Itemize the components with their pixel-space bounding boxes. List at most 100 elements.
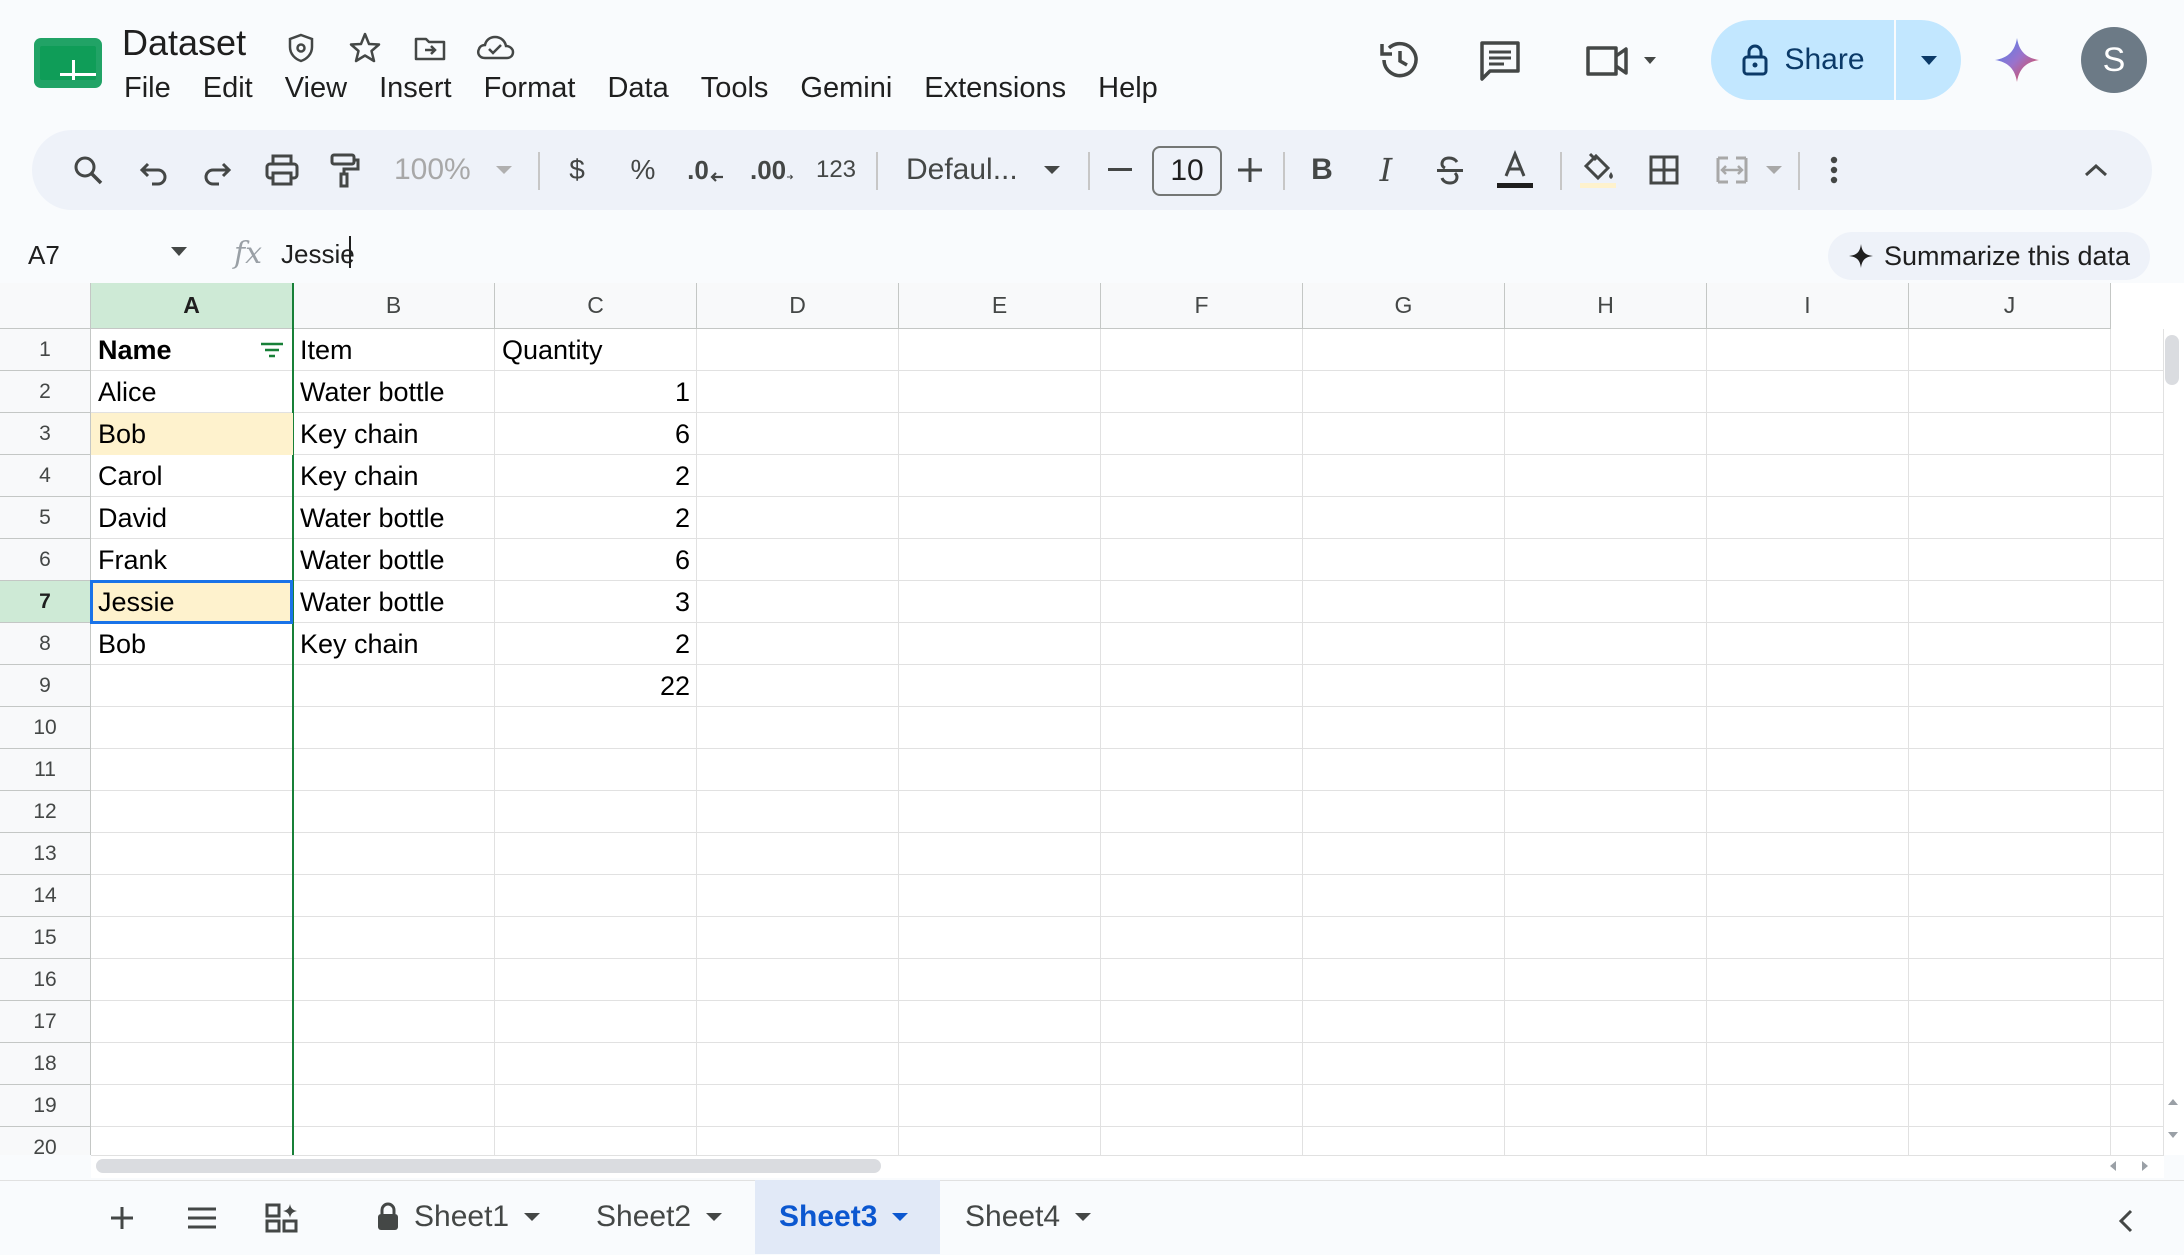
- cell-name[interactable]: Jessie: [91, 581, 293, 623]
- cell-name[interactable]: Bob: [91, 413, 293, 455]
- menu-insert[interactable]: Insert: [379, 72, 452, 105]
- cell-c1-header[interactable]: Quantity: [495, 329, 697, 371]
- paint-format-icon[interactable]: [324, 150, 364, 190]
- row-header-1[interactable]: 1: [0, 329, 91, 371]
- column-header-a[interactable]: A: [91, 283, 293, 329]
- column-header-e[interactable]: E: [899, 283, 1101, 329]
- sheet-menu-caret-icon[interactable]: [891, 1212, 909, 1222]
- version-history-icon[interactable]: [1374, 34, 1426, 86]
- row-header-20[interactable]: 20: [0, 1127, 91, 1155]
- collapse-side-panel-icon[interactable]: [2116, 1208, 2136, 1234]
- avatar[interactable]: S: [2081, 27, 2147, 93]
- cell-quantity[interactable]: 2: [495, 623, 697, 665]
- redo-icon[interactable]: [197, 150, 237, 190]
- menu-extensions[interactable]: Extensions: [924, 72, 1066, 105]
- merge-cells-icon[interactable]: [1710, 150, 1754, 190]
- sheet-menu-caret-icon[interactable]: [1074, 1212, 1092, 1222]
- menu-format[interactable]: Format: [484, 72, 576, 105]
- scroll-down-arrow-icon[interactable]: [2165, 1130, 2181, 1142]
- document-title[interactable]: Dataset: [122, 22, 246, 64]
- security-shield-icon[interactable]: [283, 30, 319, 66]
- strikethrough-icon[interactable]: [1432, 150, 1468, 190]
- row-header-3[interactable]: 3: [0, 413, 91, 455]
- column-header-b[interactable]: B: [293, 283, 495, 329]
- row-header-8[interactable]: 8: [0, 623, 91, 665]
- collapse-toolbar-icon[interactable]: [2078, 150, 2114, 190]
- share-dropdown-button[interactable]: [1896, 20, 1961, 100]
- cell-quantity[interactable]: 3: [495, 581, 697, 623]
- menu-help[interactable]: Help: [1098, 72, 1158, 105]
- move-folder-icon[interactable]: [412, 30, 448, 66]
- sheet-tab-sheet2[interactable]: Sheet2: [572, 1180, 747, 1254]
- cell-quantity[interactable]: 1: [495, 371, 697, 413]
- row-header-18[interactable]: 18: [0, 1043, 91, 1085]
- cell-quantity[interactable]: 2: [495, 455, 697, 497]
- percent-format-button[interactable]: %: [626, 150, 660, 190]
- column-header-f[interactable]: F: [1101, 283, 1303, 329]
- all-sheets-menu-icon[interactable]: [186, 1206, 218, 1230]
- scroll-left-arrow-icon[interactable]: [2106, 1158, 2120, 1174]
- star-icon[interactable]: [347, 30, 383, 66]
- gemini-icon[interactable]: [1992, 35, 2042, 85]
- cell-name[interactable]: Alice: [91, 371, 293, 413]
- horizontal-scroll-thumb[interactable]: [96, 1159, 881, 1173]
- comments-icon[interactable]: [1474, 34, 1526, 86]
- row-header-12[interactable]: 12: [0, 791, 91, 833]
- cell-quantity[interactable]: 6: [495, 413, 697, 455]
- menu-gemini[interactable]: Gemini: [800, 72, 892, 105]
- cell-item[interactable]: Key chain: [293, 455, 495, 497]
- vertical-scrollbar[interactable]: [2163, 329, 2184, 1155]
- name-box[interactable]: A7: [28, 240, 60, 271]
- borders-icon[interactable]: [1644, 150, 1684, 190]
- menu-edit[interactable]: Edit: [203, 72, 253, 105]
- cell-name[interactable]: Bob: [91, 623, 293, 665]
- menu-tools[interactable]: Tools: [701, 72, 769, 105]
- sheet-tab-sheet4[interactable]: Sheet4: [941, 1180, 1116, 1254]
- cell-quantity-total[interactable]: 22: [495, 665, 697, 707]
- name-box-dropdown-icon[interactable]: [170, 246, 188, 258]
- cell-item[interactable]: Key chain: [293, 413, 495, 455]
- row-header-2[interactable]: 2: [0, 371, 91, 413]
- menu-view[interactable]: View: [285, 72, 347, 105]
- cloud-saved-icon[interactable]: [474, 30, 516, 66]
- zoom-select[interactable]: 100%: [394, 150, 484, 190]
- merge-dropdown-icon[interactable]: [1762, 150, 1786, 190]
- increase-font-size-icon[interactable]: [1236, 150, 1264, 190]
- formula-input[interactable]: Jessie: [281, 239, 355, 270]
- cell-name[interactable]: Frank: [91, 539, 293, 581]
- cell-quantity[interactable]: 6: [495, 539, 697, 581]
- cell-item[interactable]: Water bottle: [293, 371, 495, 413]
- scroll-right-arrow-icon[interactable]: [2138, 1158, 2152, 1174]
- vertical-scroll-thumb[interactable]: [2165, 335, 2179, 385]
- row-header-6[interactable]: 6: [0, 539, 91, 581]
- sheet-tab-sheet3[interactable]: Sheet3: [755, 1180, 940, 1254]
- search-menus-icon[interactable]: [68, 150, 108, 190]
- row-header-14[interactable]: 14: [0, 875, 91, 917]
- select-all-corner[interactable]: [0, 283, 91, 329]
- decrease-decimal-button[interactable]: .0: [686, 150, 726, 190]
- zoom-dropdown-icon[interactable]: [492, 150, 516, 190]
- row-header-11[interactable]: 11: [0, 749, 91, 791]
- increase-decimal-button[interactable]: .00: [750, 150, 794, 190]
- menu-file[interactable]: File: [124, 72, 171, 105]
- add-sheet-icon[interactable]: [108, 1204, 136, 1232]
- print-icon[interactable]: [260, 150, 304, 190]
- cell-name[interactable]: Carol: [91, 455, 293, 497]
- currency-format-button[interactable]: $: [562, 150, 592, 190]
- summarize-button[interactable]: Summarize this data: [1828, 232, 2150, 280]
- cell-name[interactable]: David: [91, 497, 293, 539]
- font-family-select[interactable]: Defaul...: [906, 150, 1036, 190]
- row-header-17[interactable]: 17: [0, 1001, 91, 1043]
- bold-button[interactable]: B: [1306, 150, 1338, 190]
- filter-icon[interactable]: [259, 342, 285, 360]
- fill-color-button[interactable]: [1578, 150, 1618, 190]
- cell-item[interactable]: Water bottle: [293, 581, 495, 623]
- row-header-5[interactable]: 5: [0, 497, 91, 539]
- cell-b1-header[interactable]: Item: [293, 329, 495, 371]
- explore-icon[interactable]: [264, 1202, 300, 1234]
- font-dropdown-icon[interactable]: [1040, 150, 1064, 190]
- row-header-10[interactable]: 10: [0, 707, 91, 749]
- sheet-menu-caret-icon[interactable]: [705, 1212, 723, 1222]
- undo-icon[interactable]: [134, 150, 174, 190]
- number-format-button[interactable]: 123: [814, 150, 858, 190]
